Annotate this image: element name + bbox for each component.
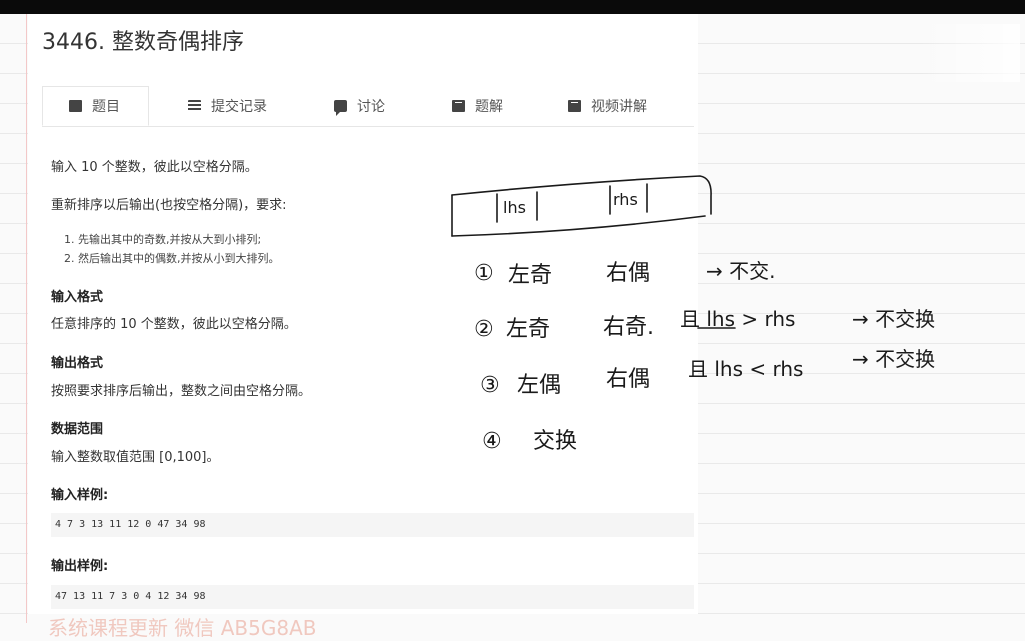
case-left: 左奇 bbox=[506, 317, 550, 342]
case-number: ① bbox=[474, 261, 494, 286]
case-number: ④ bbox=[482, 429, 502, 454]
case-right: 右偶 bbox=[606, 367, 650, 392]
box-label-lhs: lhs bbox=[503, 198, 526, 217]
box-label-rhs: rhs bbox=[613, 190, 638, 209]
case-condition: 且 lhs < rhs bbox=[688, 357, 803, 381]
case-number: ② bbox=[474, 317, 494, 342]
case-left: 交换 bbox=[533, 429, 577, 454]
case-number: ③ bbox=[480, 373, 500, 398]
case-condition: 且 lhs > rhs bbox=[680, 307, 795, 331]
case-right: 右奇. bbox=[603, 315, 654, 340]
case-result: → 不交. bbox=[706, 259, 775, 283]
case-left: 左偶 bbox=[517, 373, 561, 398]
case-right: 右偶 bbox=[606, 261, 650, 286]
handwritten-annotations: lhs rhs ① 左奇 右偶 → 不交. ② 左奇 右奇. 且 lhs > r… bbox=[451, 175, 935, 454]
case-left: 左奇 bbox=[508, 263, 552, 288]
case-result: → 不交换 bbox=[852, 307, 935, 331]
case-result: → 不交换 bbox=[852, 347, 935, 371]
promo-watermark: 系统课程更新 微信 AB5G8AB bbox=[48, 616, 317, 640]
